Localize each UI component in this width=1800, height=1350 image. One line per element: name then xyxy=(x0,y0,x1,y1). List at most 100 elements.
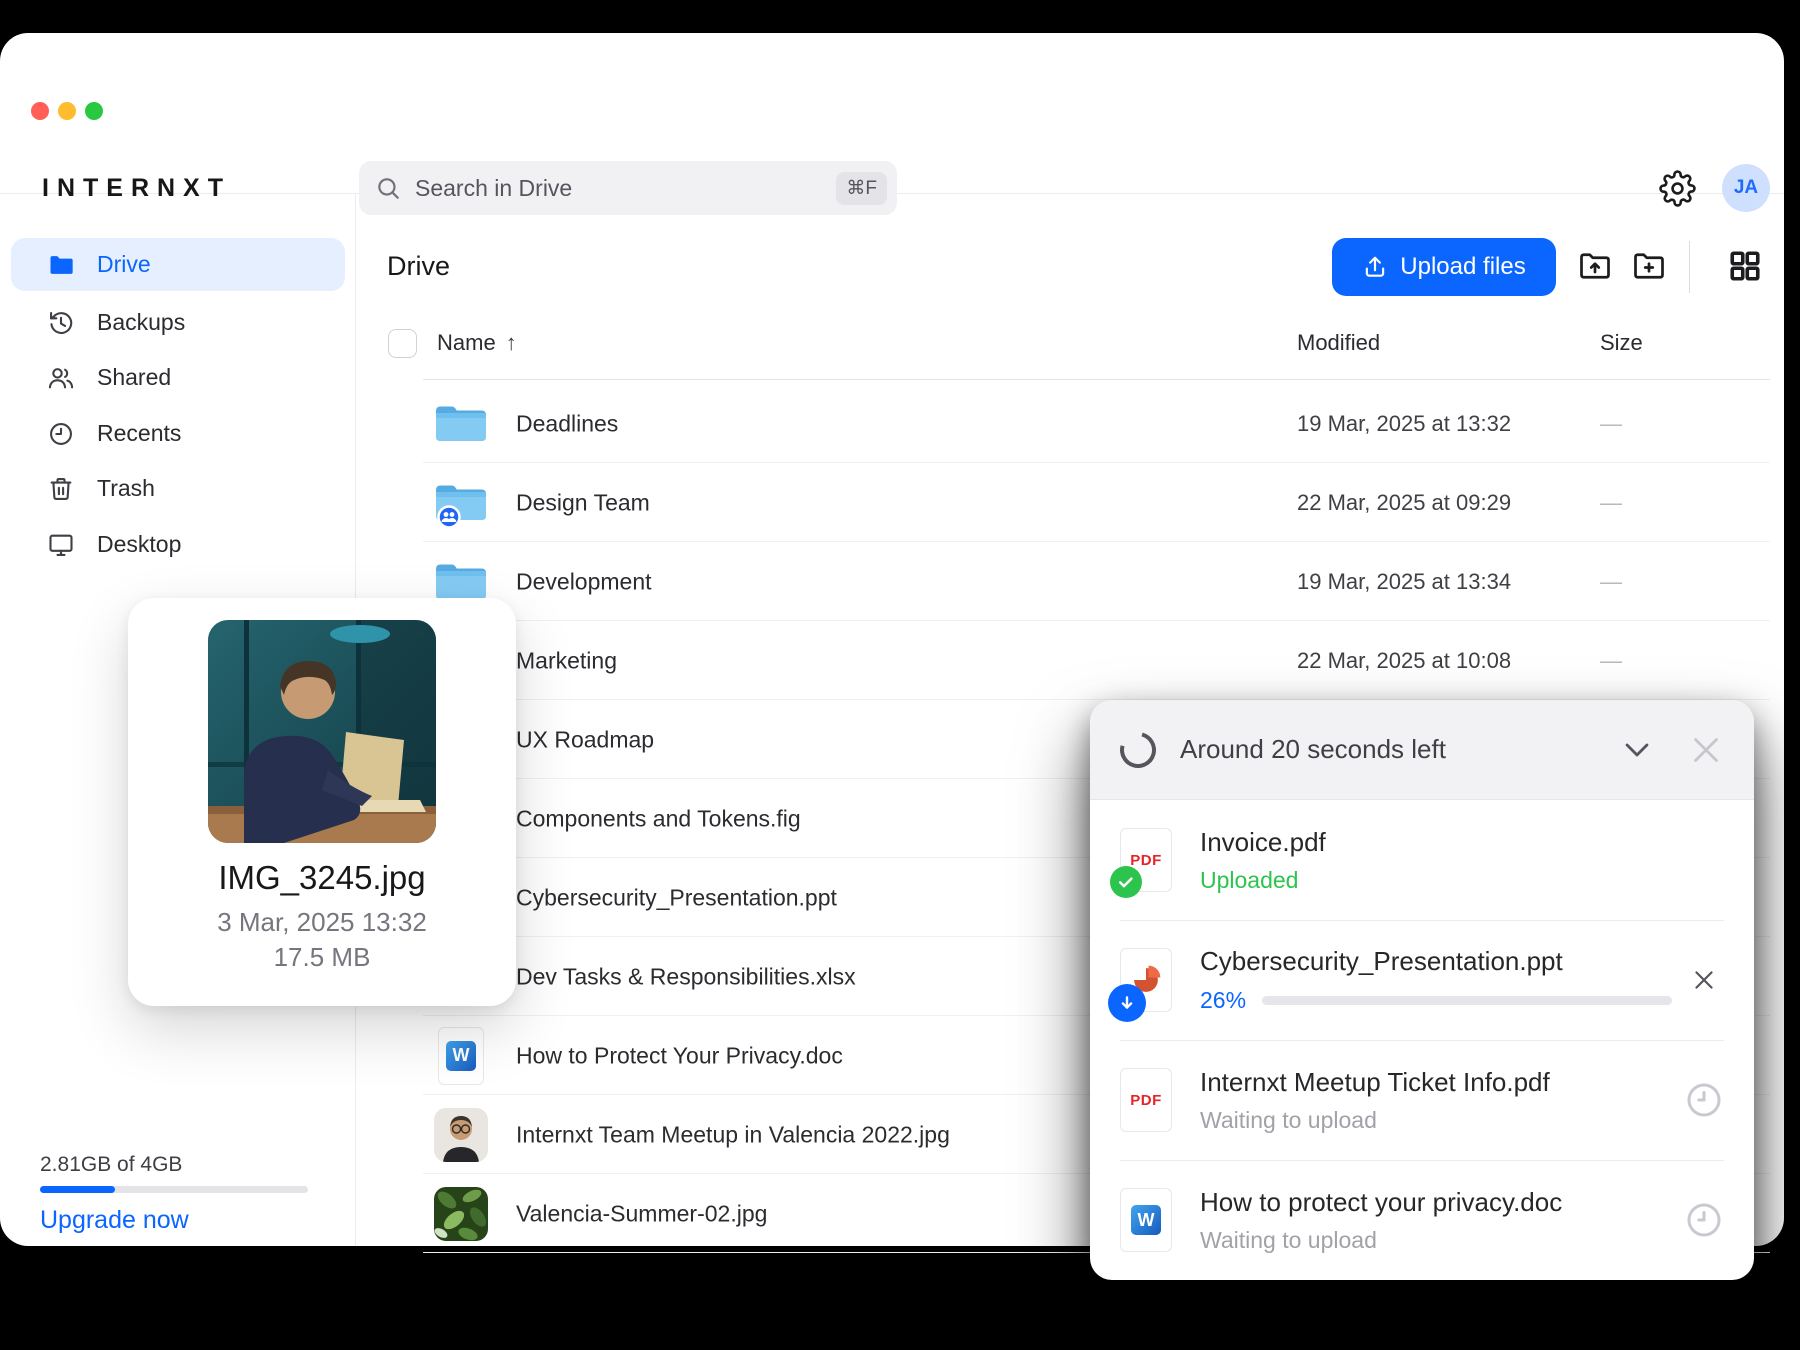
minimize-window-button[interactable] xyxy=(58,102,76,120)
upload-files-button[interactable]: Upload files xyxy=(1332,238,1556,296)
upload-item: W How to protect your privacy.doc Waitin… xyxy=(1090,1160,1754,1280)
grid-view-icon[interactable] xyxy=(1727,248,1763,284)
file-preview-card: IMG_3245.jpg 3 Mar, 2025 13:32 17.5 MB xyxy=(128,598,516,1006)
preview-filename: IMG_3245.jpg xyxy=(218,859,426,896)
cancel-upload-icon[interactable] xyxy=(1691,967,1717,993)
file-size: — xyxy=(1600,410,1622,436)
upload-progress-panel: Around 20 seconds left PDF Invoice.pdf U… xyxy=(1090,700,1754,1280)
upload-item: Cybersecurity_Presentation.ppt 26% xyxy=(1090,920,1754,1040)
sidebar-item-shared[interactable]: Shared xyxy=(11,351,345,404)
file-name: UX Roadmap xyxy=(516,726,655,752)
sidebar-item-label: Desktop xyxy=(97,531,182,557)
file-size: — xyxy=(1600,647,1622,673)
uploading-arrow-icon xyxy=(1108,984,1146,1022)
file-name: Deadlines xyxy=(516,410,619,436)
file-modified-date: 22 Mar, 2025 at 10:08 xyxy=(1297,647,1512,673)
upload-item: PDF Internxt Meetup Ticket Info.pdf Wait… xyxy=(1090,1040,1754,1160)
folder-icon xyxy=(432,395,490,453)
upload-percent: 26% xyxy=(1200,987,1247,1013)
file-size: — xyxy=(1600,568,1622,594)
file-name: Marketing xyxy=(516,647,617,673)
upload-status: Waiting to upload xyxy=(1200,1106,1377,1133)
pdf-file-icon: PDF xyxy=(1110,828,1172,898)
file-name: Development xyxy=(516,568,652,594)
file-name: Components and Tokens.fig xyxy=(516,805,801,831)
sidebar-item-trash[interactable]: Trash xyxy=(11,462,345,515)
upload-item-name: Internxt Meetup Ticket Info.pdf xyxy=(1200,1066,1550,1097)
new-folder-icon[interactable] xyxy=(1631,248,1667,284)
preview-filesize: 17.5 MB xyxy=(273,942,371,972)
upload-item-name: How to protect your privacy.doc xyxy=(1200,1186,1563,1217)
storage-progress-bar xyxy=(40,1186,308,1193)
upgrade-link[interactable]: Upgrade now xyxy=(40,1206,189,1235)
toolbar-divider xyxy=(1689,241,1690,293)
file-name: Dev Tasks & Responsibilities.xlsx xyxy=(516,963,856,989)
page-title: Drive xyxy=(387,251,451,281)
file-size: — xyxy=(1600,489,1622,515)
file-modified-date: 22 Mar, 2025 at 09:29 xyxy=(1297,489,1512,515)
screenshot-canvas: INTERNXT ⌘F JA Drive xyxy=(0,0,1800,1350)
sidebar-item-label: Trash xyxy=(97,475,155,501)
history-icon xyxy=(47,309,75,337)
upload-time-remaining: Around 20 seconds left xyxy=(1180,734,1446,764)
file-modified-date: 19 Mar, 2025 at 13:34 xyxy=(1297,568,1512,594)
file-name: Valencia-Summer-02.jpg xyxy=(516,1200,768,1226)
photo-person-icon xyxy=(432,1106,490,1164)
table-row[interactable]: Design Team 22 Mar, 2025 at 09:29 — xyxy=(357,463,1784,542)
table-row[interactable]: Development 19 Mar, 2025 at 13:34 — xyxy=(357,542,1784,621)
top-bar: INTERNXT ⌘F JA xyxy=(0,33,1784,215)
upload-folder-icon[interactable] xyxy=(1577,248,1613,284)
waiting-clock-icon xyxy=(1686,1082,1722,1118)
photo-leaves-icon xyxy=(432,1185,490,1243)
sidebar-item-backups[interactable]: Backups xyxy=(11,296,345,349)
sort-ascending-icon: ↑ xyxy=(505,330,517,355)
pdf-file-icon: PDF xyxy=(1120,1068,1172,1132)
preview-date: 3 Mar, 2025 13:32 xyxy=(217,907,427,937)
users-icon xyxy=(47,364,75,392)
file-name: How to Protect Your Privacy.doc xyxy=(516,1042,843,1068)
file-name: Design Team xyxy=(516,489,650,515)
window-controls xyxy=(31,102,103,120)
column-header-size[interactable]: Size xyxy=(1600,330,1643,356)
close-panel-icon[interactable] xyxy=(1688,732,1724,768)
column-header-name[interactable]: Name ↑ xyxy=(437,330,517,356)
waiting-clock-icon xyxy=(1686,1202,1722,1238)
close-window-button[interactable] xyxy=(31,102,49,120)
storage-usage-label: 2.81GB of 4GB xyxy=(40,1153,183,1176)
file-name: Cybersecurity_Presentation.ppt xyxy=(516,884,837,910)
sidebar-item-recents[interactable]: Recents xyxy=(11,407,345,460)
word-file-icon: W xyxy=(1120,1188,1172,1252)
sidebar-item-label: Recents xyxy=(97,420,182,446)
upload-status: Uploaded xyxy=(1200,866,1299,893)
ppt-file-icon xyxy=(1108,948,1172,1022)
upload-panel-header: Around 20 seconds left xyxy=(1090,700,1754,800)
zoom-window-button[interactable] xyxy=(85,102,103,120)
table-row[interactable]: Marketing 22 Mar, 2025 at 10:08 — xyxy=(357,621,1784,700)
clock-icon xyxy=(47,420,75,448)
table-header-divider xyxy=(423,379,1770,380)
sidebar-item-desktop[interactable]: Desktop xyxy=(11,518,345,571)
storage-progress-fill xyxy=(40,1186,116,1193)
upload-items-list: PDF Invoice.pdf Uploaded Cybersecurity_P… xyxy=(1090,800,1754,1280)
upload-item: PDF Invoice.pdf Uploaded xyxy=(1090,800,1754,920)
table-row[interactable]: Deadlines 19 Mar, 2025 at 13:32 — xyxy=(357,384,1784,463)
select-all-checkbox[interactable] xyxy=(388,329,417,358)
folder-shared-icon xyxy=(432,474,490,532)
sidebar-item-label: Drive xyxy=(97,251,151,277)
upload-status: Waiting to upload xyxy=(1200,1226,1377,1253)
collapse-panel-chevron-icon[interactable] xyxy=(1620,733,1654,767)
upload-progress-row: 26% xyxy=(1200,987,1684,1014)
trash-icon xyxy=(47,475,75,503)
sidebar-item-drive[interactable]: Drive xyxy=(11,238,345,291)
spinner-icon xyxy=(1113,724,1163,775)
column-header-modified[interactable]: Modified xyxy=(1297,330,1380,356)
monitor-icon xyxy=(47,531,75,559)
sidebar-item-label: Shared xyxy=(97,364,172,390)
preview-thumbnail-image xyxy=(208,620,436,843)
file-name: Internxt Team Meetup in Valencia 2022.jp… xyxy=(516,1121,950,1147)
file-modified-date: 19 Mar, 2025 at 13:32 xyxy=(1297,410,1512,436)
upload-item-name: Cybersecurity_Presentation.ppt xyxy=(1200,946,1563,976)
word-icon: W xyxy=(432,1026,490,1085)
upload-icon xyxy=(1366,256,1385,277)
uploaded-check-icon xyxy=(1110,866,1142,898)
